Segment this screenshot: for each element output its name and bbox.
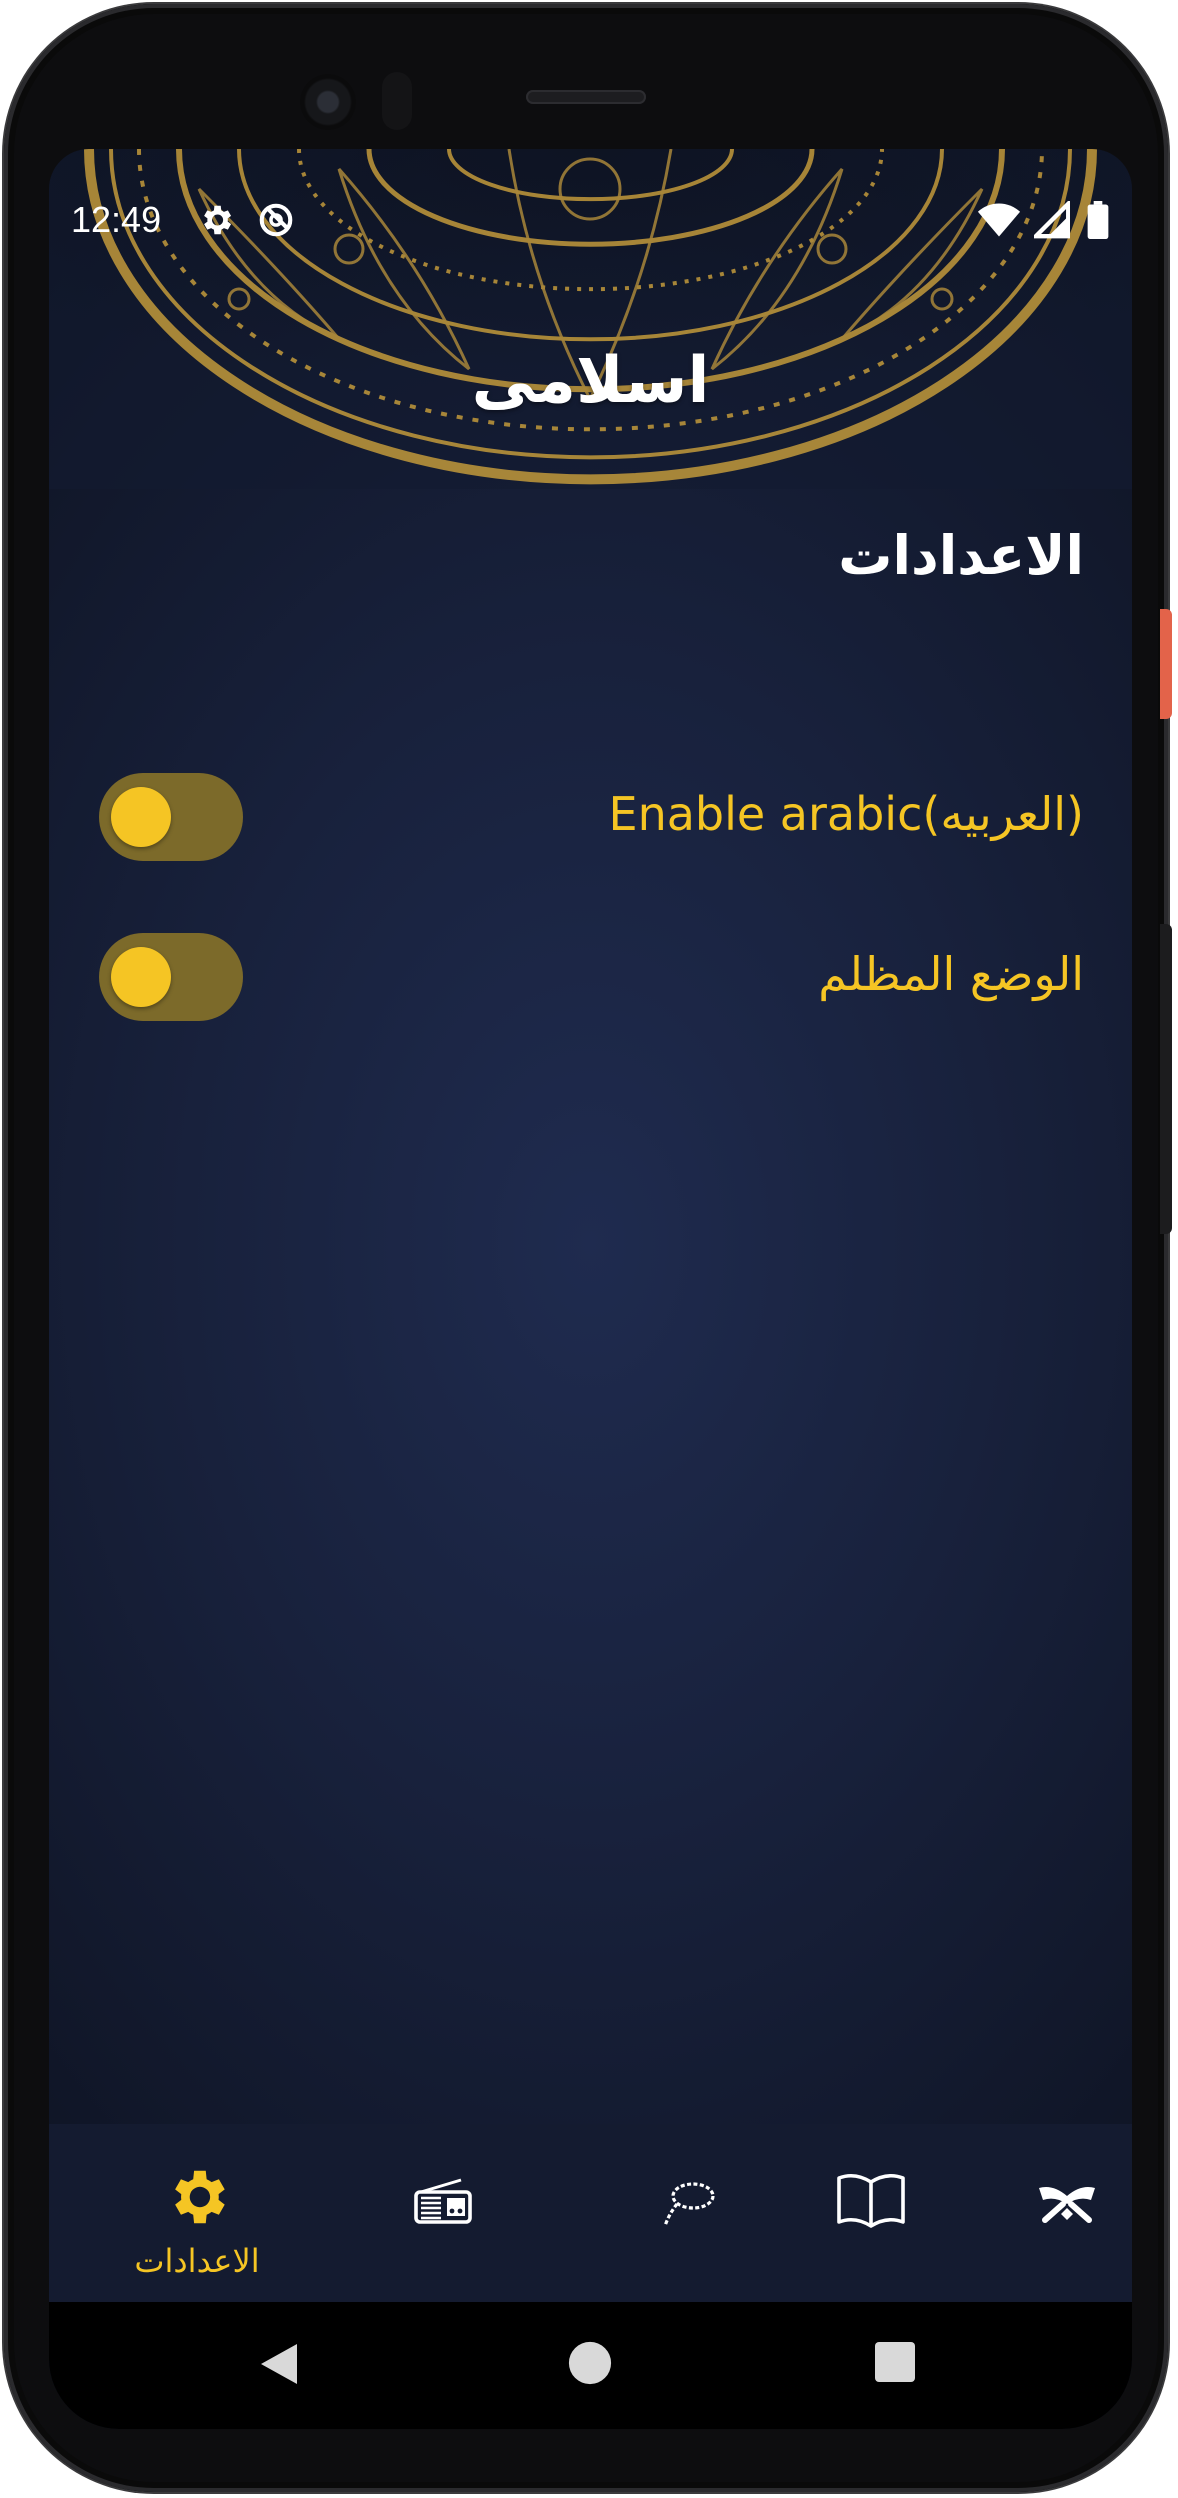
wifi-icon — [977, 203, 1021, 237]
gear-icon — [175, 2170, 225, 2224]
app-screen: 12:49 اسلامى الاعدادات Enable arabic(الع… — [49, 149, 1132, 2429]
book-icon — [837, 2173, 905, 2228]
toggle-knob — [111, 947, 171, 1007]
nav-item-hadith[interactable] — [771, 2124, 971, 2302]
home-icon[interactable] — [567, 2340, 613, 2386]
proximity-sensor — [382, 72, 412, 130]
signal-icon — [1034, 201, 1070, 239]
volume-button — [1160, 924, 1172, 1234]
nav-item-quran[interactable] — [967, 2124, 1132, 2302]
enable-arabic-toggle[interactable] — [99, 773, 243, 861]
radio-icon — [414, 2178, 472, 2224]
nav-item-settings[interactable]: الاعدادات — [97, 2124, 297, 2302]
system-navigation-bar — [49, 2302, 1132, 2429]
setting-label-enable-arabic: Enable arabic(العربيه) — [608, 787, 1085, 841]
phone-frame: 12:49 اسلامى الاعدادات Enable arabic(الع… — [4, 4, 1172, 2492]
battery-icon — [1087, 201, 1109, 239]
nav-item-tasbeeh[interactable] — [587, 2124, 787, 2302]
tasbeeh-icon — [663, 2182, 715, 2227]
power-button — [1160, 609, 1172, 719]
toggle-knob — [111, 787, 171, 847]
setting-label-dark-mode: الوضع المظلم — [818, 947, 1084, 1001]
front-camera — [300, 74, 356, 130]
app-title: اسلامى — [471, 344, 710, 418]
setting-row-enable-arabic[interactable]: Enable arabic(العربيه) — [99, 769, 1084, 865]
setting-row-dark-mode[interactable]: الوضع المظلم — [99, 929, 1084, 1025]
recents-icon[interactable] — [873, 2340, 917, 2384]
quran-icon — [1039, 2187, 1095, 2223]
nav-label-settings: الاعدادات — [134, 2242, 260, 2280]
do-not-disturb-icon — [259, 203, 293, 237]
gear-icon — [204, 205, 232, 235]
status-bar: 12:49 — [49, 191, 1132, 251]
page-title: الاعدادات — [838, 524, 1084, 587]
earpiece-speaker — [526, 90, 646, 104]
back-icon[interactable] — [257, 2340, 301, 2388]
nav-item-radio[interactable] — [343, 2124, 543, 2302]
bottom-navigation: الاعدادات — [49, 2124, 1132, 2302]
status-time: 12:49 — [71, 199, 162, 240]
dark-mode-toggle[interactable] — [99, 933, 243, 1021]
